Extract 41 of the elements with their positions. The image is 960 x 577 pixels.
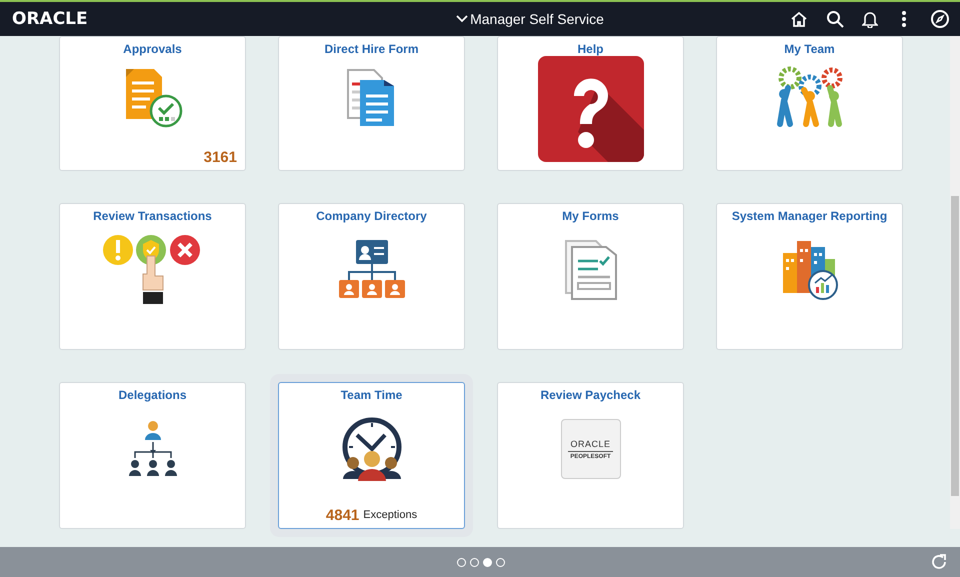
tile-title: Review Paycheck [540, 388, 641, 402]
tile-title: Help [577, 42, 604, 56]
page-title: Manager Self Service [470, 11, 604, 27]
tile-title: My Forms [562, 209, 619, 223]
status-circles-hand-icon [102, 234, 202, 306]
tile-title: Delegations [118, 388, 186, 402]
count-label: Exceptions [363, 509, 418, 521]
tile-title: Review Transactions [93, 209, 212, 223]
tile-title: Approvals [123, 42, 182, 56]
hierarchy-icon [128, 420, 176, 478]
tile-card[interactable]: System Manager Reporting [716, 203, 903, 350]
scrollbar[interactable] [950, 36, 960, 529]
tile-card[interactable]: Direct Hire Form [278, 36, 465, 171]
search-button[interactable] [824, 8, 846, 30]
tile-title: Company Directory [316, 209, 427, 223]
tile-card[interactable]: Review Transactions [59, 203, 246, 350]
tile-title: Team Time [340, 388, 402, 402]
tile-card[interactable]: Company Directory [278, 203, 465, 350]
tile-title: System Manager Reporting [732, 209, 888, 223]
page-dot[interactable] [457, 558, 466, 566]
tile-card[interactable]: Help [497, 36, 684, 171]
count-text: 3161 [204, 148, 237, 166]
tile-title: My Team [784, 42, 835, 56]
org-chart-icon [338, 240, 404, 300]
tile-title: Direct Hire Form [324, 42, 419, 56]
question-mark-icon [538, 56, 644, 162]
refresh-button[interactable] [930, 553, 948, 571]
count-text: 4841 [326, 506, 360, 524]
page-dot[interactable] [470, 558, 479, 566]
tile-card[interactable]: Approvals 3161 [59, 36, 246, 171]
tile-card[interactable]: My Team [716, 36, 903, 171]
forms-icon [564, 239, 618, 301]
chevron-down-icon [456, 14, 468, 24]
vertical-dots-icon [902, 11, 906, 27]
navigator-button[interactable] [928, 7, 952, 31]
tile-card[interactable]: Delegations [59, 382, 246, 529]
page-dot[interactable] [496, 558, 505, 566]
clock-people-icon [340, 417, 402, 481]
page-dot[interactable] [483, 558, 492, 566]
oracle-logo: ORACLE [12, 9, 89, 29]
tile-card[interactable]: My Forms [497, 203, 684, 350]
